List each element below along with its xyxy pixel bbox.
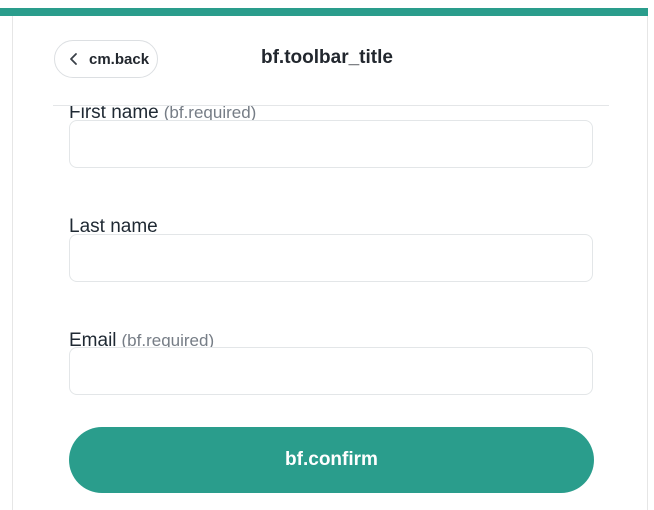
top-accent-bar [0,8,648,16]
email-field[interactable] [69,347,593,395]
chevron-left-icon [70,53,77,65]
first-name-field[interactable] [69,120,593,168]
back-button[interactable]: cm.back [54,40,158,78]
last-name-field[interactable] [69,234,593,282]
back-button-label: cm.back [89,50,150,68]
header-divider [53,105,609,106]
toolbar-title: bf.toolbar_title [261,47,393,68]
form-header: cm.back bf.toolbar_title [13,16,647,106]
booking-form-panel: First name (bf.required) Last name Email(… [12,16,648,510]
confirm-button[interactable]: bf.confirm [69,427,594,493]
